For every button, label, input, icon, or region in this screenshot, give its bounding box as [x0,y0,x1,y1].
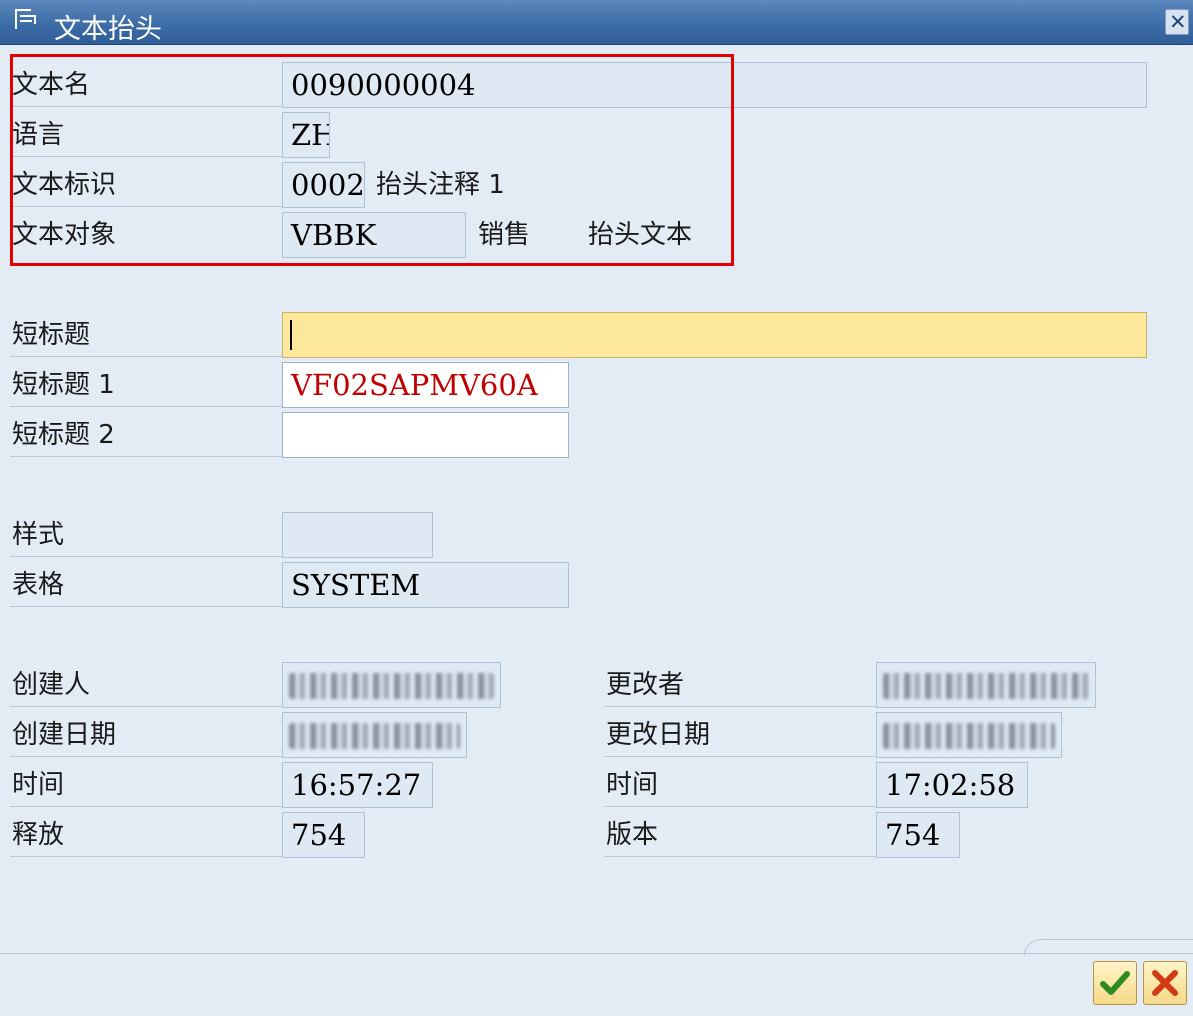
confirm-button[interactable] [1093,961,1137,1005]
changed-date-field[interactable] [876,712,1062,758]
row-divider [10,606,282,607]
style-label: 样式 [12,520,65,550]
created-by-label: 创建人 [12,670,91,700]
form-field[interactable]: SYSTEM [282,562,569,608]
version-field[interactable]: 754 [876,812,960,858]
changed-by-field[interactable] [876,662,1096,708]
close-icon: ✕ [1169,10,1187,34]
footer-curve [1024,939,1193,956]
footer-divider [0,953,1193,954]
row-divider [10,806,282,807]
row-divider [10,456,282,457]
row-divider [604,806,876,807]
row-divider [604,756,876,757]
style-field[interactable] [282,512,433,558]
checkmark-icon [1100,971,1130,995]
text-header-icon [15,9,36,29]
row-divider [10,856,282,857]
title-bar: 文本抬头 ✕ [0,0,1193,45]
text-cursor [290,320,292,350]
row-divider [10,356,282,357]
release-field[interactable]: 754 [282,812,365,858]
form-label: 表格 [12,570,65,600]
cancel-icon [1152,970,1178,996]
redacted-value [883,673,1089,699]
cancel-button[interactable] [1143,961,1187,1005]
created-date-field[interactable] [282,712,467,758]
created-time-field[interactable]: 16:57:27 [282,762,433,808]
close-button[interactable]: ✕ [1165,9,1189,35]
created-time-label: 时间 [12,770,65,800]
redacted-value [289,673,494,699]
short-title-1-input[interactable]: VF02SAPMV60A [282,362,569,408]
row-divider [10,406,282,407]
row-divider [604,706,876,707]
short-title-label: 短标题 [12,320,91,350]
changed-by-label: 更改者 [606,670,685,700]
created-date-label: 创建日期 [12,720,117,750]
release-label: 释放 [12,820,65,850]
redacted-value [883,723,1055,749]
row-divider [10,556,282,557]
short-title-2-input[interactable] [282,412,569,458]
changed-date-label: 更改日期 [606,720,711,750]
version-label: 版本 [606,820,659,850]
row-divider [10,706,282,707]
created-by-field[interactable] [282,662,501,708]
changed-time-field[interactable]: 17:02:58 [876,762,1028,808]
short-title-1-label: 短标题 1 [12,370,115,400]
short-title-2-label: 短标题 2 [12,420,115,450]
changed-time-label: 时间 [606,770,659,800]
highlight-box [10,54,734,266]
short-title-input[interactable] [282,312,1147,358]
row-divider [10,756,282,757]
row-divider [604,856,876,857]
window-title: 文本抬头 [54,14,162,45]
dialog-window: 文本抬头 ✕ 文本名 0090000004 语言 ZH 文本标识 0002 抬头… [0,0,1193,1016]
redacted-value [289,723,460,749]
